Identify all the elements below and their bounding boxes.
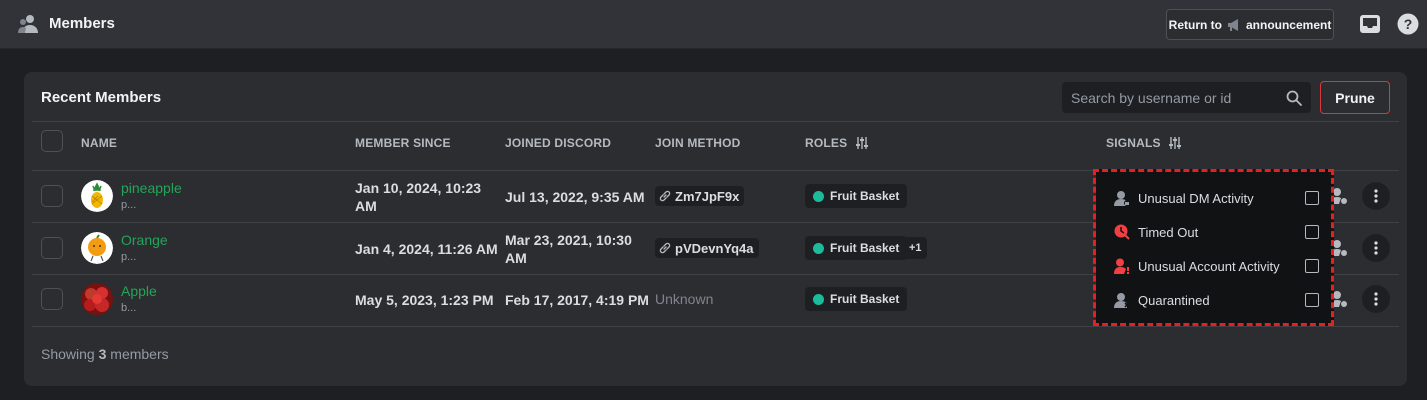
link-icon: [659, 190, 671, 202]
member-since-line-2: AM: [355, 198, 377, 214]
signal-checkbox[interactable]: [1305, 191, 1319, 205]
joined-discord: Mar 23, 2021, 10:30 AM: [505, 231, 632, 267]
member-username[interactable]: pineapple: [121, 180, 182, 196]
signal-option-unusual-account-activity[interactable]: Unusual Account Activity: [1114, 256, 1319, 276]
signal-checkbox[interactable]: [1305, 259, 1319, 273]
more-roles-badge[interactable]: +1: [904, 237, 927, 259]
top-bar: Members Return to announcement ?: [0, 0, 1427, 49]
avatar-orange: [81, 232, 113, 264]
help-icon[interactable]: ?: [1397, 13, 1419, 35]
signal-option-timed-out[interactable]: Timed Out: [1114, 222, 1319, 242]
filter-sliders-icon[interactable]: [855, 136, 869, 150]
signal-label: Timed Out: [1138, 224, 1199, 240]
more-vertical-icon: [1374, 241, 1378, 255]
column-header-joined-discord[interactable]: JOINED DISCORD: [505, 136, 611, 150]
signal-label: Unusual DM Activity: [1138, 190, 1254, 206]
search-icon[interactable]: [1286, 90, 1302, 106]
joined-discord: Jul 13, 2022, 9:35 AM: [505, 189, 645, 205]
joined-discord: Feb 17, 2017, 4:19 PM: [505, 292, 649, 308]
divider: [32, 326, 1399, 327]
divider: [32, 121, 1399, 122]
role-badge[interactable]: Fruit Basket: [805, 184, 908, 208]
return-to-channel-button[interactable]: Return to announcement: [1166, 9, 1334, 40]
more-options-button[interactable]: [1362, 182, 1390, 210]
more-vertical-icon: [1374, 292, 1378, 306]
signal-checkbox[interactable]: [1305, 293, 1319, 307]
role-color-dot: [813, 293, 824, 305]
column-header-roles[interactable]: ROLES: [805, 136, 869, 150]
members-icon: [18, 15, 38, 33]
signals-filter-menu: Unusual DM Activity Timed Out Unusual Ac…: [1096, 169, 1334, 326]
role-name: Fruit Basket: [830, 189, 900, 203]
member-subtitle: p...: [121, 251, 137, 263]
role-badge[interactable]: Fruit Basket: [805, 287, 908, 311]
user-dm-icon: [1114, 191, 1130, 206]
row-checkbox[interactable]: [41, 288, 63, 310]
more-options-button[interactable]: [1362, 285, 1390, 313]
footer-prefix: Showing: [41, 346, 95, 362]
announcement-channel-icon: [1227, 18, 1238, 31]
member-username[interactable]: Apple: [121, 283, 157, 299]
joined-line-2: AM: [505, 250, 527, 266]
signal-option-quarantined[interactable]: Quarantined: [1114, 290, 1319, 310]
member-subtitle: p...: [121, 199, 137, 211]
member-count: 3: [98, 346, 107, 362]
filter-sliders-icon[interactable]: [1168, 136, 1182, 150]
signal-checkbox[interactable]: [1305, 225, 1319, 239]
prune-button[interactable]: Prune: [1320, 81, 1390, 114]
signals-header-label: SIGNALS: [1106, 136, 1161, 150]
member-subtitle: b...: [121, 302, 137, 314]
signal-option-unusual-dm-activity[interactable]: Unusual DM Activity: [1114, 188, 1319, 208]
member-since-line-1: Jan 10, 2024, 10:23: [355, 180, 482, 196]
select-all-checkbox[interactable]: [41, 130, 63, 152]
column-header-signals[interactable]: SIGNALS: [1106, 136, 1182, 150]
row-checkbox[interactable]: [41, 185, 63, 207]
panel-title: Recent Members: [41, 89, 162, 106]
timeout-clock-icon: [1114, 224, 1130, 240]
invite-code: pVDevnYq4a: [675, 240, 754, 256]
member-count-footer: Showing 3 members: [41, 346, 169, 362]
column-header-name[interactable]: NAME: [81, 136, 117, 150]
member-username[interactable]: Orange: [121, 232, 168, 248]
user-quarantine-icon: [1114, 293, 1130, 308]
link-icon: [659, 242, 671, 254]
member-search: [1062, 82, 1311, 113]
invite-code-badge[interactable]: Zm7JpF9x: [655, 186, 745, 206]
signal-label: Quarantined: [1138, 292, 1210, 308]
search-input[interactable]: [1062, 82, 1277, 113]
invite-code-badge[interactable]: pVDevnYq4a: [655, 238, 759, 258]
avatar-pineapple: [81, 180, 113, 212]
invite-code: Zm7JpF9x: [675, 188, 740, 204]
return-channel-name: announcement: [1245, 17, 1332, 32]
user-alert-icon: [1114, 258, 1129, 274]
join-method-unknown: Unknown: [655, 291, 714, 307]
role-name: Fruit Basket: [830, 241, 900, 255]
member-since: May 5, 2023, 1:23 PM: [355, 292, 494, 308]
joined-line-1: Mar 23, 2021, 10:30: [505, 232, 632, 248]
inbox-icon[interactable]: [1359, 14, 1381, 34]
svg-text:?: ?: [1404, 16, 1413, 32]
member-since: Jan 4, 2024, 11:26 AM: [355, 241, 498, 257]
role-name: Fruit Basket: [830, 292, 900, 306]
row-checkbox[interactable]: [41, 237, 63, 259]
footer-suffix: members: [110, 346, 169, 362]
role-badge[interactable]: Fruit Basket: [805, 236, 908, 260]
roles-header-label: ROLES: [805, 136, 848, 150]
role-color-dot: [813, 242, 824, 254]
page-title: Members: [49, 15, 115, 32]
avatar-apple: [81, 283, 113, 315]
column-header-member-since[interactable]: MEMBER SINCE: [355, 136, 451, 150]
more-options-button[interactable]: [1362, 234, 1390, 262]
return-label: Return to: [1168, 17, 1222, 32]
more-vertical-icon: [1374, 189, 1378, 203]
member-since: Jan 10, 2024, 10:23 AM: [355, 179, 481, 215]
signal-label: Unusual Account Activity: [1138, 258, 1280, 274]
role-color-dot: [813, 190, 824, 202]
column-header-join-method: JOIN METHOD: [655, 136, 741, 150]
